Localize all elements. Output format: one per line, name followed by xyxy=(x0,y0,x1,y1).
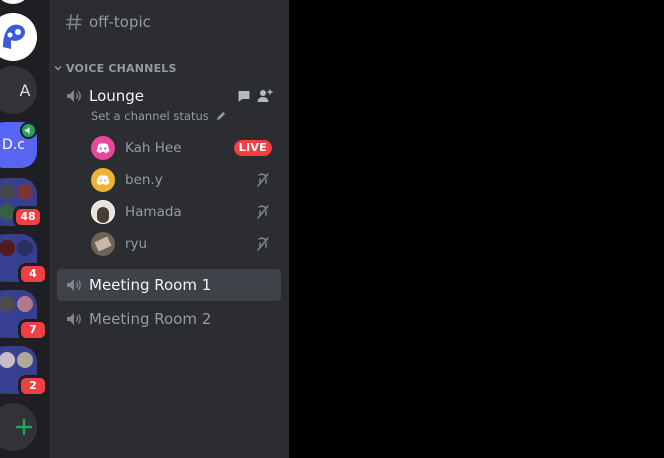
logo-icon xyxy=(0,13,37,61)
plus-icon xyxy=(15,418,33,436)
server-icon-partial[interactable] xyxy=(0,0,33,4)
chat-icon[interactable] xyxy=(237,89,251,103)
voice-channel-lounge[interactable]: Lounge xyxy=(57,80,281,112)
server-mini-icon xyxy=(17,184,33,200)
category-label: VOICE CHANNELS xyxy=(66,61,177,75)
user-name: ben.y xyxy=(125,172,163,188)
avatar-figure xyxy=(97,207,109,223)
discord-logo-icon xyxy=(96,174,110,185)
speaker-icon xyxy=(67,313,81,325)
user-name: Hamada xyxy=(125,204,182,220)
mention-badge: 48 xyxy=(13,206,43,228)
live-badge: LIVE xyxy=(233,140,272,156)
chevron-down-icon xyxy=(54,66,62,71)
deafened-icon xyxy=(257,205,269,219)
server-mini-icon xyxy=(0,240,15,256)
discord-logo-icon xyxy=(96,142,110,153)
speaker-icon xyxy=(24,126,30,135)
server-mini-icon xyxy=(0,296,15,312)
avatar xyxy=(91,232,115,256)
speaker-icon xyxy=(67,90,81,102)
avatar xyxy=(91,200,115,224)
voice-user-hamada[interactable]: Hamada xyxy=(91,197,281,227)
voice-channel-meeting-room-1[interactable]: Meeting Room 1 xyxy=(57,269,281,301)
status-placeholder: Set a channel status xyxy=(91,109,209,123)
server-icon-logo[interactable] xyxy=(0,13,37,61)
voice-connected-icon xyxy=(20,122,37,139)
add-server-button[interactable] xyxy=(0,403,37,451)
hashtag-icon xyxy=(65,14,82,30)
mention-badge: 4 xyxy=(18,263,48,285)
channel-label: off-topic xyxy=(89,13,151,31)
server-mini-icon xyxy=(17,296,33,312)
server-mini-icon xyxy=(17,352,33,368)
pencil-icon xyxy=(216,111,225,120)
mention-badge: 2 xyxy=(18,375,48,397)
avatar-figure xyxy=(94,236,112,252)
server-mini-icon xyxy=(0,352,15,368)
channel-label: Meeting Room 2 xyxy=(89,310,212,328)
channel-label: Lounge xyxy=(89,87,145,105)
server-icon-a[interactable]: A xyxy=(0,66,37,114)
voice-channel-meeting-room-2[interactable]: Meeting Room 2 xyxy=(57,303,281,335)
channel-off-topic[interactable]: off-topic xyxy=(57,6,281,38)
mention-badge: 7 xyxy=(18,319,48,341)
deafened-icon xyxy=(257,173,269,187)
add-user-icon[interactable] xyxy=(257,88,273,104)
server-rail: A D.c 48 4 7 2 xyxy=(0,0,49,458)
voice-user-ryu[interactable]: ryu xyxy=(91,229,281,259)
server-mini-icon xyxy=(0,184,15,200)
channel-status[interactable]: Set a channel status xyxy=(91,109,226,123)
avatar xyxy=(91,136,115,160)
user-name: ryu xyxy=(125,236,148,252)
voice-user-kah-hee[interactable]: Kah Hee LIVE xyxy=(91,133,281,163)
server-initial: A xyxy=(19,80,31,100)
category-voice-channels[interactable]: VOICE CHANNELS xyxy=(53,60,177,76)
deafened-icon xyxy=(257,237,269,251)
speaker-icon xyxy=(67,279,81,291)
server-initial: D.c xyxy=(2,137,25,153)
user-name: Kah Hee xyxy=(125,140,182,156)
channel-label: Meeting Room 1 xyxy=(89,276,212,294)
server-mini-icon xyxy=(17,240,33,256)
voice-user-ben-y[interactable]: ben.y xyxy=(91,165,281,195)
main-content-area xyxy=(289,0,664,458)
avatar xyxy=(91,168,115,192)
channel-sidebar: off-topic VOICE CHANNELS Lounge Set a ch… xyxy=(49,0,289,458)
